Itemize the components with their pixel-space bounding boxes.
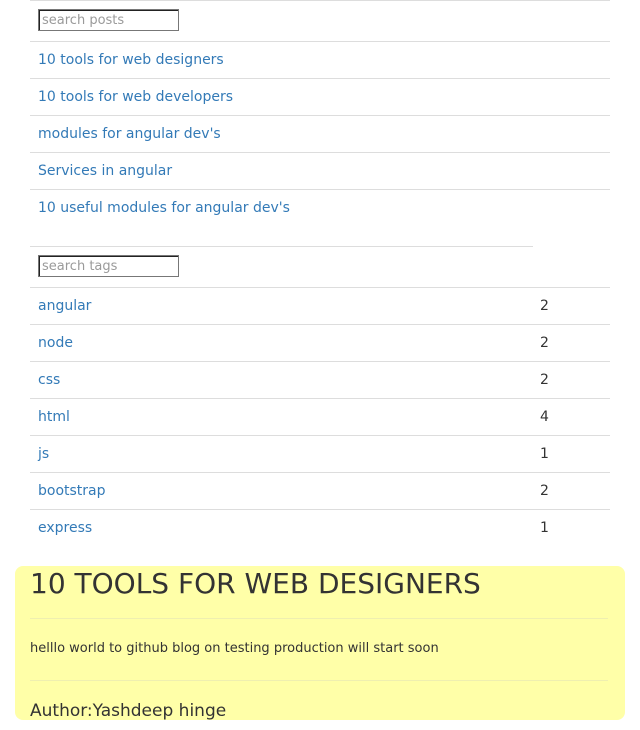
posts-divider	[30, 41, 610, 42]
post-link[interactable]: 10 tools for web designers	[38, 51, 224, 69]
post-divider	[30, 680, 608, 681]
post-link[interactable]: Services in angular	[38, 162, 172, 180]
tag-link-html[interactable]: html	[38, 408, 70, 426]
tag-link-node[interactable]: node	[38, 334, 73, 352]
tag-link-js[interactable]: js	[38, 445, 49, 463]
tag-count: 4	[540, 409, 549, 425]
post-detail-card: 10 TOOLS FOR WEB DESIGNERS helllo world …	[15, 566, 625, 722]
search-tags-input[interactable]	[38, 255, 179, 277]
posts-divider	[30, 78, 610, 79]
posts-top-divider	[30, 0, 610, 1]
tag-count: 1	[540, 446, 549, 462]
tag-count: 2	[540, 483, 549, 499]
post-link[interactable]: modules for angular dev's	[38, 125, 221, 143]
tag-count: 2	[540, 298, 549, 314]
tag-link-css[interactable]: css	[38, 371, 60, 389]
tag-link-bootstrap[interactable]: bootstrap	[38, 482, 106, 500]
author-name: Yashdeep hinge	[92, 701, 227, 721]
tags-divider	[30, 472, 610, 473]
tags-divider	[30, 509, 610, 510]
author-label: Author:	[30, 701, 93, 721]
tags-divider	[30, 324, 610, 325]
post-link[interactable]: 10 tools for web developers	[38, 88, 233, 106]
tags-divider	[30, 361, 610, 362]
tag-link-angular[interactable]: angular	[38, 297, 91, 315]
post-divider	[30, 618, 608, 619]
tag-link-express[interactable]: express	[38, 519, 92, 537]
posts-divider	[30, 115, 610, 116]
tags-top-divider	[30, 246, 533, 247]
post-body: helllo world to github blog on testing p…	[30, 641, 439, 656]
tag-count: 2	[540, 335, 549, 351]
post-link[interactable]: 10 useful modules for angular dev's	[38, 199, 290, 217]
tags-divider	[30, 435, 610, 436]
tag-count: 2	[540, 372, 549, 388]
tag-count: 1	[540, 520, 549, 536]
tags-divider	[30, 287, 610, 288]
post-title: 10 TOOLS FOR WEB DESIGNERS	[30, 567, 481, 600]
search-posts-input[interactable]	[38, 9, 179, 31]
tags-divider	[30, 398, 610, 399]
post-author: Author:Yashdeep hinge	[30, 700, 226, 722]
posts-divider	[30, 152, 610, 153]
posts-divider	[30, 189, 610, 190]
